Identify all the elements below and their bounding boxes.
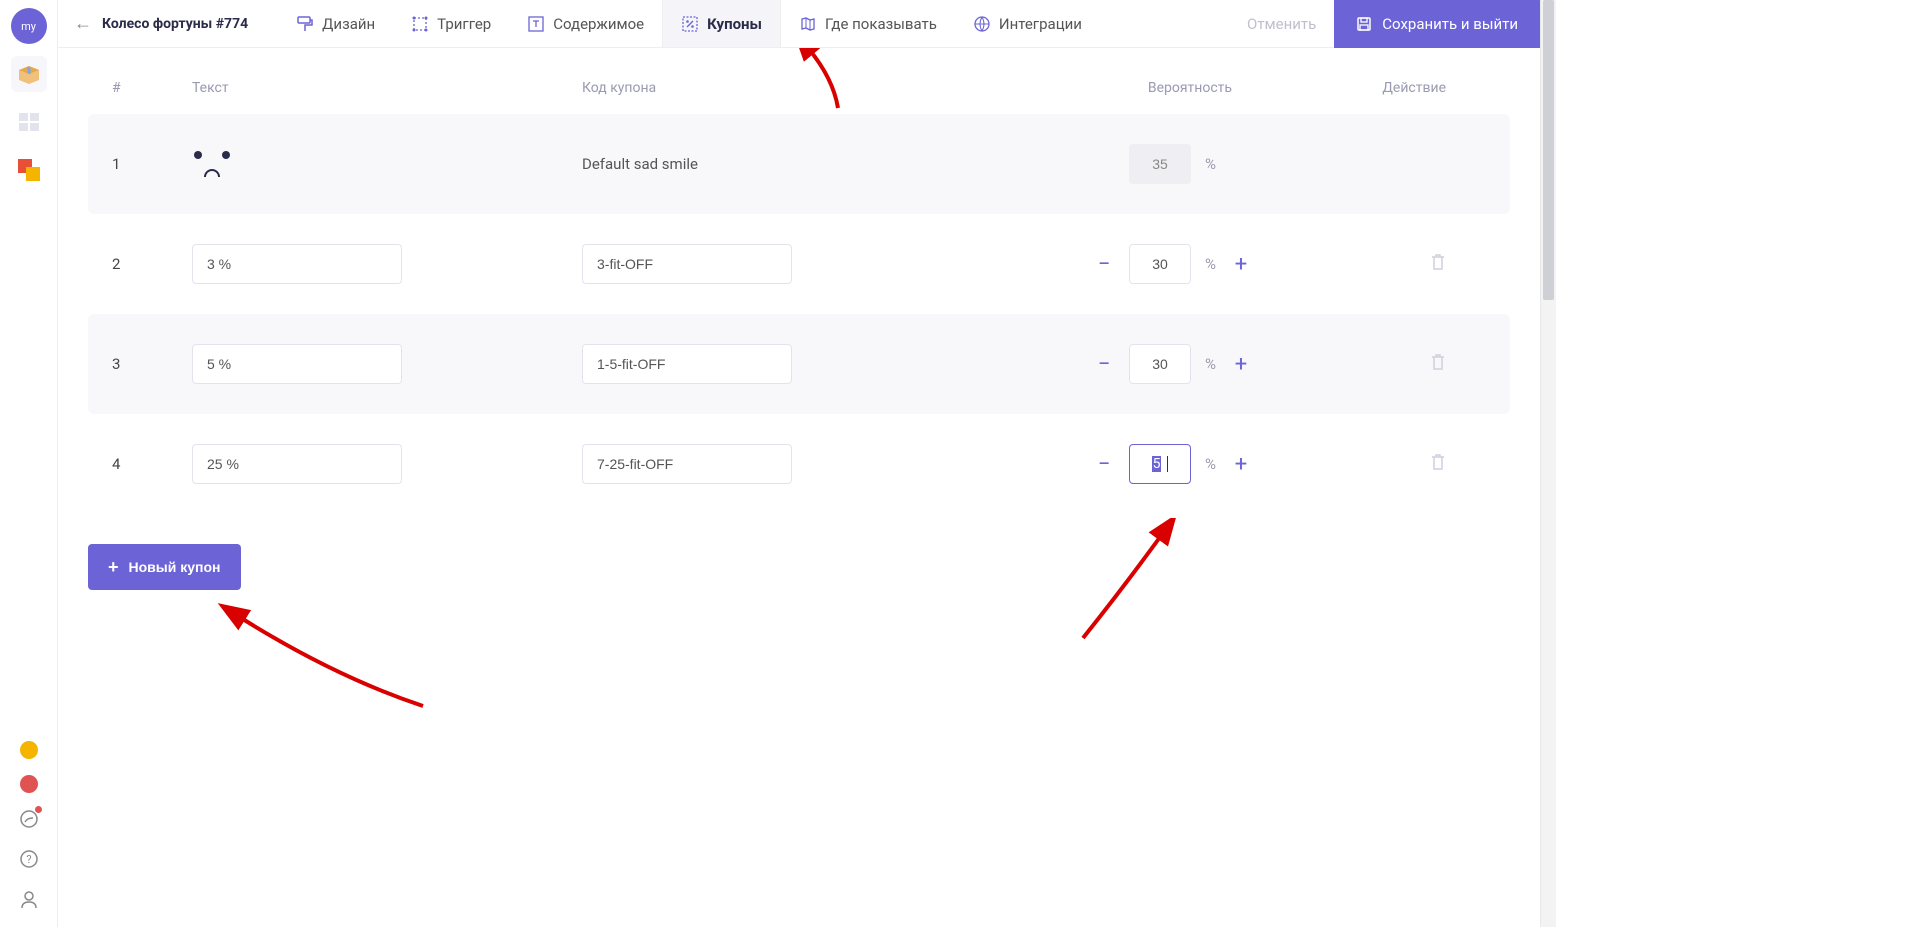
avatar[interactable]: my (11, 8, 47, 44)
tab-content[interactable]: Содержимое (509, 0, 662, 47)
rail-item-layout[interactable] (11, 104, 47, 140)
pct-sign: % (1205, 455, 1216, 473)
row-num: 1 (112, 155, 192, 173)
th-code: Код купона (582, 80, 972, 96)
pct-sign: % (1205, 155, 1216, 173)
text-input[interactable] (192, 344, 402, 384)
tab-label: Купоны (707, 15, 762, 33)
rail-help[interactable]: ? (19, 849, 39, 873)
prob-input[interactable] (1129, 344, 1191, 384)
svg-text:?: ? (26, 853, 31, 866)
tab-where[interactable]: Где показывать (781, 0, 955, 47)
table-head: # Текст Код купона Вероятность Действие (88, 72, 1510, 114)
row-num: 3 (112, 355, 192, 373)
table-row: 2 − % + (88, 214, 1510, 314)
prob-input[interactable] (1129, 244, 1191, 284)
scrollbar-thumb[interactable] (1543, 0, 1554, 300)
text-input[interactable] (192, 244, 402, 284)
annotation-arrow (1063, 518, 1203, 648)
box-icon (17, 64, 41, 84)
new-coupon-label: Новый купон (129, 559, 221, 575)
help-icon: ? (19, 849, 39, 869)
scrollbar[interactable] (1540, 0, 1556, 927)
save-label: Сохранить и выйти (1382, 15, 1518, 33)
shapes-icon (18, 159, 40, 181)
table-row: 1 Default sad smile % (88, 114, 1510, 214)
rail-item-box[interactable] (11, 56, 47, 92)
pct-sign: % (1205, 255, 1216, 273)
tab-label: Интеграции (999, 15, 1082, 33)
code-input[interactable] (582, 244, 792, 284)
plus-icon: + (108, 557, 119, 578)
rail-user[interactable] (19, 889, 39, 913)
save-button[interactable]: Сохранить и выйти (1334, 0, 1540, 48)
globe-icon (973, 15, 991, 33)
plus-button[interactable]: + (1230, 452, 1252, 477)
paint-roller-icon (296, 15, 314, 33)
new-coupon-button[interactable]: + Новый купон (88, 544, 241, 590)
th-prob: Вероятность (972, 80, 1272, 96)
delete-button[interactable] (1430, 453, 1446, 475)
minus-button[interactable]: − (1093, 252, 1115, 277)
plus-button[interactable]: + (1230, 252, 1252, 277)
prob-input[interactable]: 5 (1129, 444, 1191, 484)
tab-design[interactable]: Дизайн (278, 0, 393, 47)
text-box-icon (527, 15, 545, 33)
table-row: 4 − 5 % + (88, 414, 1510, 514)
map-icon (799, 15, 817, 33)
chat-icon (19, 809, 39, 829)
sad-face-icon (192, 151, 232, 177)
tab-label: Дизайн (322, 15, 375, 33)
row-num: 4 (112, 455, 192, 473)
delete-button[interactable] (1430, 353, 1446, 375)
tab-label: Триггер (437, 15, 491, 33)
code-input[interactable] (582, 344, 792, 384)
th-act: Действие (1272, 80, 1486, 96)
minus-button[interactable]: − (1093, 452, 1115, 477)
tabs: Дизайн Триггер Содержимое Купоны Где пок… (278, 0, 1247, 47)
content-area: # Текст Код купона Вероятность Действие … (58, 48, 1540, 927)
pct-sign: % (1205, 355, 1216, 373)
table-row: 3 − % + (88, 314, 1510, 414)
header: ← Колесо фортуны #774 Дизайн Триггер Сод… (58, 0, 1540, 48)
tab-integrations[interactable]: Интеграции (955, 0, 1100, 47)
tab-label: Содержимое (553, 15, 644, 33)
save-icon (1356, 16, 1372, 32)
cancel-button[interactable]: Отменить (1247, 15, 1316, 33)
page-title: Колесо фортуны #774 (102, 16, 248, 32)
minus-button[interactable]: − (1093, 352, 1115, 377)
left-rail: my ? (0, 0, 58, 927)
row-text (192, 151, 582, 177)
code-input[interactable] (582, 444, 792, 484)
text-input[interactable] (192, 444, 402, 484)
th-text: Текст (192, 80, 582, 96)
row-num: 2 (112, 255, 192, 273)
th-num: # (112, 80, 192, 96)
rail-item-shapes[interactable] (11, 152, 47, 188)
rail-chat[interactable] (19, 809, 39, 833)
tab-trigger[interactable]: Триггер (393, 0, 509, 47)
row-code: Default sad smile (582, 155, 972, 173)
status-dot-yellow[interactable] (20, 741, 38, 759)
tab-label: Где показывать (825, 15, 937, 33)
tab-coupons[interactable]: Купоны (662, 0, 781, 47)
text-cursor (1167, 456, 1168, 472)
layout-icon (19, 113, 39, 131)
annotation-arrow (213, 596, 433, 716)
prob-input (1129, 144, 1191, 184)
percent-icon (681, 15, 699, 33)
status-dot-red[interactable] (20, 775, 38, 793)
bounding-box-icon (411, 15, 429, 33)
plus-button[interactable]: + (1230, 352, 1252, 377)
delete-button[interactable] (1430, 253, 1446, 275)
back-arrow[interactable]: ← (74, 13, 92, 34)
user-icon (19, 889, 39, 909)
